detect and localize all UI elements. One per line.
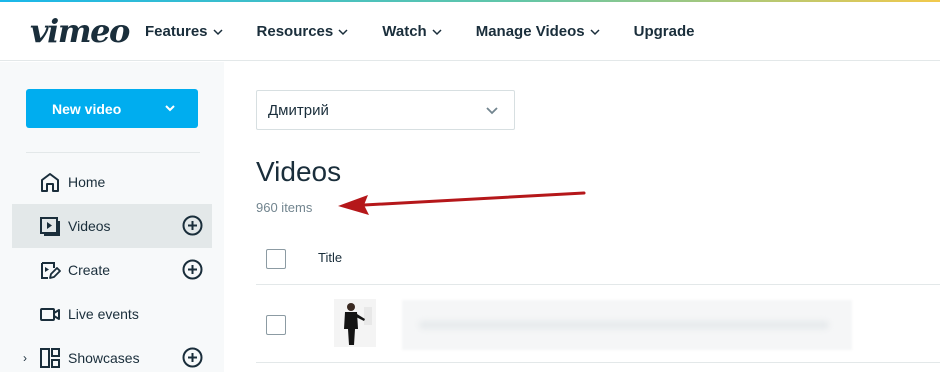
main-content: Дмитрий Videos 960 items Title [224, 62, 940, 372]
vimeo-logo[interactable]: vimeo [30, 12, 130, 50]
blurred-text [419, 321, 829, 329]
add-create-icon[interactable] [182, 259, 203, 280]
chevron-down-icon[interactable] [164, 102, 176, 114]
team-select-value: Дмитрий [268, 101, 329, 119]
chevron-down-icon [213, 28, 223, 35]
sidebar-item-live-events[interactable]: Live events [12, 292, 212, 336]
nav-resources-label: Resources [256, 23, 334, 40]
sidebar-item-label: Create [68, 262, 111, 278]
sidebar-item-label: Live events [68, 306, 139, 322]
nav-manage-videos[interactable]: Manage Videos [476, 23, 600, 40]
nav-upgrade-label: Upgrade [633, 23, 695, 40]
live-events-icon [40, 308, 60, 321]
showcases-icon [40, 348, 60, 368]
nav-features-label: Features [145, 23, 208, 40]
top-header: vimeo Features Resources Watch Manage Vi… [0, 2, 940, 61]
sidebar-item-create[interactable]: Create [12, 248, 212, 292]
chevron-down-icon [590, 28, 600, 35]
new-video-button[interactable]: New video [26, 89, 198, 128]
annotation-arrow-icon [338, 191, 586, 215]
videos-icon [40, 217, 60, 236]
thumbnail-image [334, 299, 376, 347]
sidebar-item-showcases[interactable]: Showcases [12, 336, 212, 372]
nav-manage-videos-label: Manage Videos [475, 23, 585, 40]
nav-resources[interactable]: Resources [257, 23, 349, 40]
new-video-label: New video [52, 100, 122, 117]
nav-features[interactable]: Features [145, 23, 223, 40]
sidebar-item-label: Showcases [68, 350, 140, 366]
select-all-checkbox[interactable] [266, 249, 286, 269]
chevron-down-icon [338, 28, 348, 35]
table-divider [256, 284, 940, 285]
nav-watch[interactable]: Watch [382, 23, 442, 40]
chevron-down-icon [486, 107, 498, 115]
sidebar-item-label: Videos [68, 218, 111, 234]
sidebar-item-videos[interactable]: Videos [12, 204, 212, 248]
nav-watch-label: Watch [382, 23, 427, 40]
chevron-down-icon [432, 28, 442, 35]
team-select[interactable]: Дмитрий [256, 90, 515, 130]
table-divider [256, 362, 940, 363]
create-icon [41, 262, 61, 279]
add-video-icon[interactable] [182, 215, 203, 236]
row-checkbox[interactable] [266, 315, 286, 335]
nav-upgrade[interactable]: Upgrade [634, 23, 695, 40]
home-icon [41, 173, 59, 192]
column-header-title[interactable]: Title [318, 250, 342, 265]
video-thumbnail[interactable] [334, 299, 376, 347]
item-count: 960 items [256, 200, 313, 215]
main-nav: Features Resources Watch Manage Videos U… [145, 2, 728, 61]
sidebar-divider [26, 152, 200, 153]
sidebar-item-label: Home [68, 174, 106, 190]
sidebar: New video Home Videos Create Live events… [0, 62, 224, 372]
page-title: Videos [256, 156, 342, 187]
add-showcase-icon[interactable] [182, 347, 203, 368]
sidebar-item-home[interactable]: Home [12, 160, 212, 204]
